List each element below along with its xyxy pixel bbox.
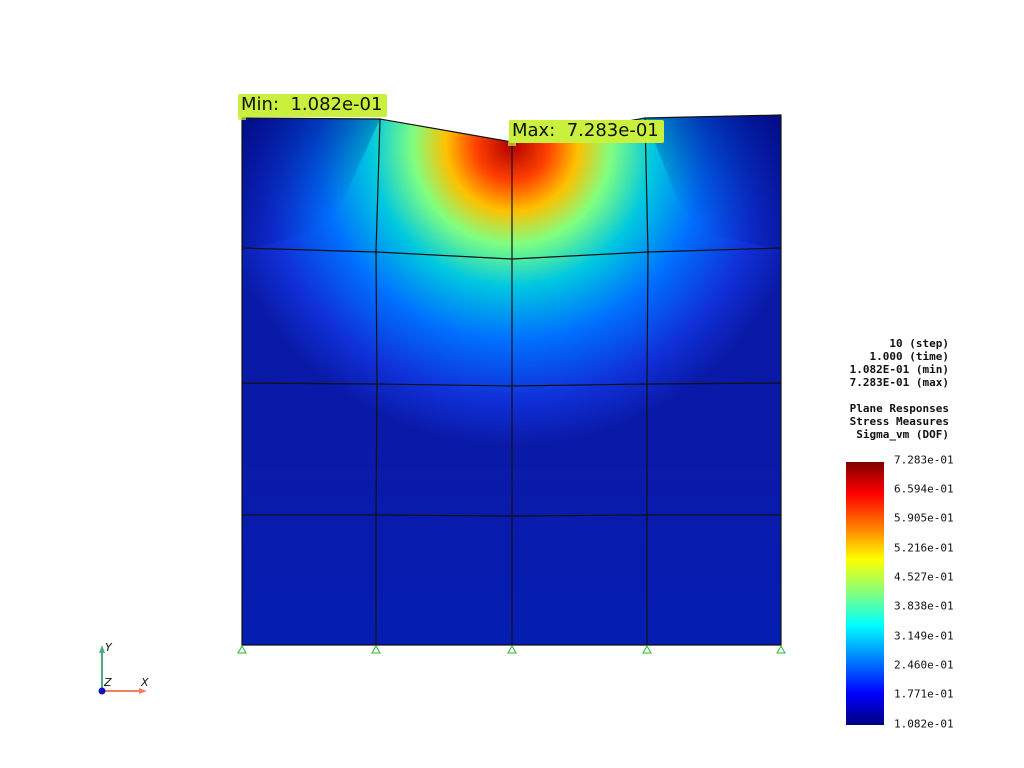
step-text: 10 (step) — [889, 337, 949, 350]
max-annotation: Max: 7.283e-01 — [509, 120, 664, 143]
legend-tick-6: 3.149e-01 — [894, 629, 954, 643]
color-legend-bar — [846, 462, 884, 725]
legend-tick-7: 2.460e-01 — [894, 658, 954, 672]
result-info-panel: 10 (step) 1.000 (time) 1.082E-01 (min) 7… — [850, 337, 949, 441]
axis-x-label: X — [140, 676, 149, 689]
axis-z-label: Z — [103, 676, 112, 689]
field-text: Sigma_vm (DOF) — [856, 428, 949, 441]
axis-y-label: Y — [105, 641, 113, 654]
legend-tick-9: 1.082e-01 — [894, 717, 954, 731]
category-text: Plane Responses — [849, 402, 949, 415]
orientation-axes: Y Z X — [98, 641, 149, 695]
legend-tick-3: 5.216e-01 — [894, 541, 954, 555]
support-markers — [237, 644, 786, 654]
time-text: 1.000 (time) — [869, 350, 949, 363]
legend-tick-5: 3.838e-01 — [894, 599, 954, 613]
legend-tick-0: 7.283e-01 — [894, 453, 954, 467]
legend-tick-1: 6.594e-01 — [894, 482, 954, 496]
group-text: Stress Measures — [849, 415, 949, 428]
min-annotation: Min: 1.082e-01 — [238, 94, 388, 117]
legend-tick-2: 5.905e-01 — [894, 511, 954, 525]
min-text: 1.082E-01 (min) — [849, 363, 949, 376]
max-text: 7.283E-01 (max) — [849, 376, 949, 389]
legend-tick-4: 4.527e-01 — [894, 570, 954, 584]
legend-tick-8: 1.771e-01 — [894, 687, 954, 701]
